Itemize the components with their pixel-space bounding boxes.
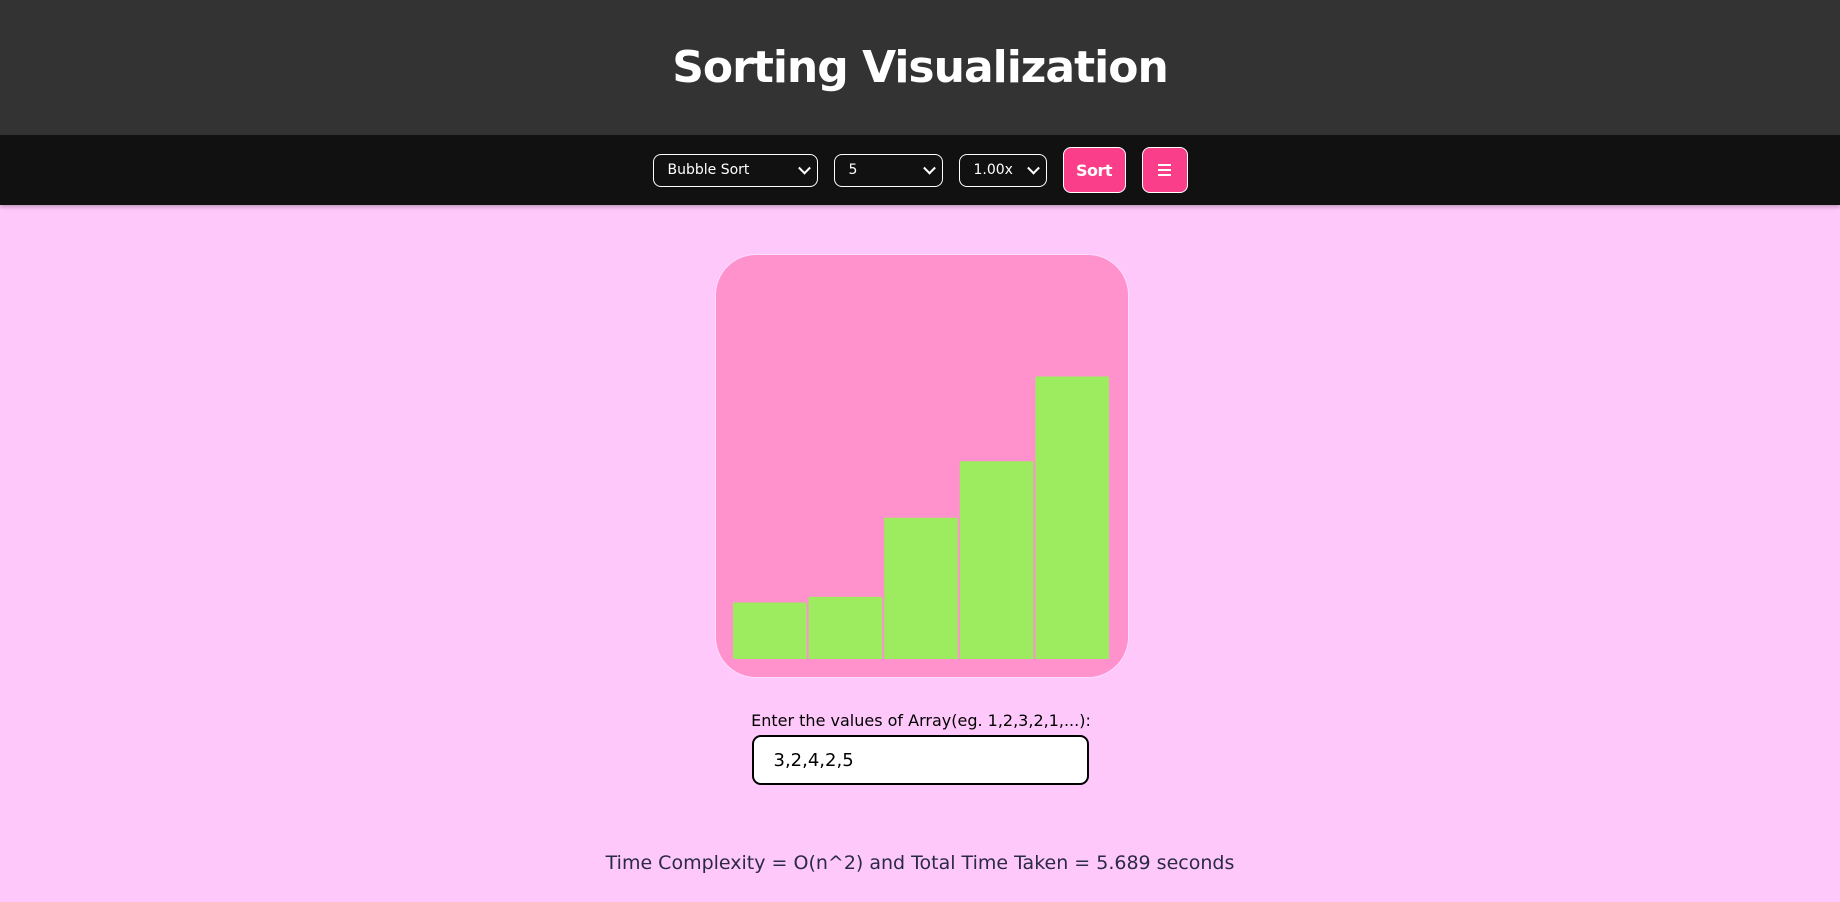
time-complexity-result: Time Complexity = O(n^2) and Total Time …: [605, 852, 1235, 874]
array-bar: [1035, 376, 1109, 659]
page-title: Sorting Visualization: [672, 42, 1169, 93]
speed-select[interactable]: 1.00x: [958, 153, 1047, 187]
array-size-select-value: 5: [848, 162, 858, 178]
array-bar: [959, 461, 1034, 659]
menu-button[interactable]: [1141, 147, 1188, 193]
array-input-label: Enter the values of Array(eg. 1,2,3,2,1,…: [751, 711, 1091, 730]
array-bar: [884, 517, 958, 659]
toolbar: Bubble Sort 5 1.00x Sort: [0, 135, 1840, 205]
sort-button[interactable]: Sort: [1062, 147, 1126, 193]
hamburger-menu-icon: [1158, 164, 1171, 176]
array-bar: [733, 602, 807, 659]
chevron-down-icon: [922, 161, 936, 175]
bar-chart: [733, 376, 1109, 659]
algorithm-select-value: Bubble Sort: [667, 162, 750, 178]
algorithm-select[interactable]: Bubble Sort: [652, 153, 818, 187]
speed-select-value: 1.00x: [973, 162, 1013, 178]
sorting-visualization-panel: [716, 255, 1128, 677]
chevron-down-icon: [797, 161, 811, 175]
array-input-section: Enter the values of Array(eg. 1,2,3,2,1,…: [0, 711, 1840, 785]
array-size-select[interactable]: 5: [833, 153, 943, 187]
chevron-down-icon: [1026, 161, 1040, 175]
array-input[interactable]: [751, 735, 1089, 785]
array-bar: [808, 596, 883, 659]
page-header: Sorting Visualization: [0, 0, 1840, 135]
